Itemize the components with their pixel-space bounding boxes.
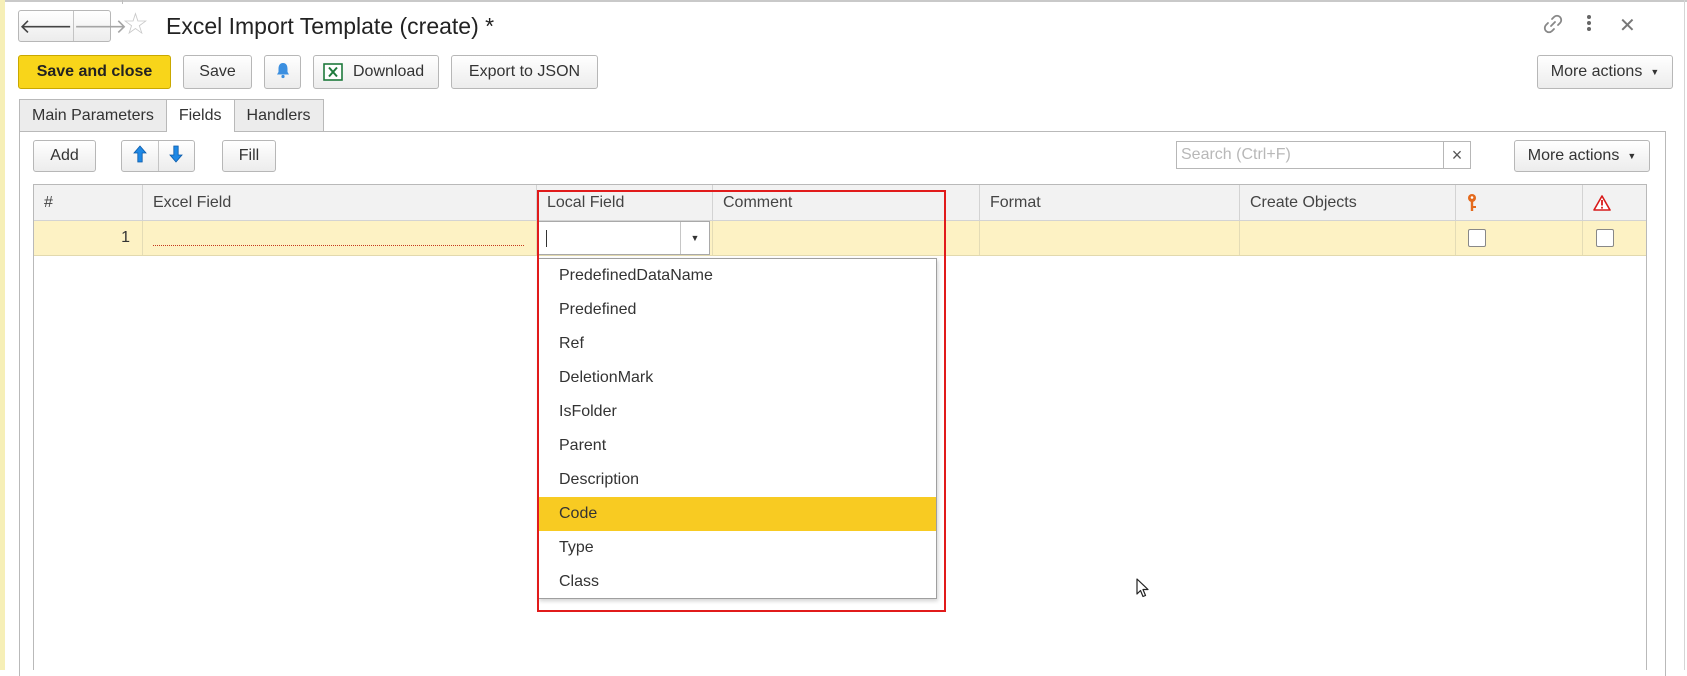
move-up-button[interactable] [122, 141, 159, 171]
dropdown-option[interactable]: DeletionMark [539, 361, 936, 395]
arrow-right-icon: 🡒 [73, 15, 128, 38]
arrow-left-icon: 🡐 [19, 15, 73, 38]
tab-main-parameters[interactable]: Main Parameters [19, 99, 167, 131]
divider [122, 0, 123, 4]
page-title: Excel Import Template (create) * [166, 13, 495, 39]
local-field-dropdown-list: PredefinedDataName Predefined Ref Deleti… [538, 258, 937, 599]
comment-cell[interactable] [713, 221, 980, 255]
back-button[interactable]: 🡐 [19, 11, 74, 41]
star-icon[interactable]: ☆ [122, 10, 149, 40]
dropdown-option[interactable]: Predefined [539, 293, 936, 327]
format-cell[interactable] [980, 221, 1240, 255]
excel-icon [323, 63, 343, 81]
move-buttons [121, 140, 195, 172]
dropdown-option[interactable]: Description [539, 463, 936, 497]
link-icon[interactable] [1543, 14, 1563, 40]
tab-handlers[interactable]: Handlers [233, 99, 324, 131]
tab-bar: Main Parameters Fields Handlers [19, 99, 324, 132]
column-header-excel-field[interactable]: Excel Field [143, 185, 537, 220]
more-actions-button[interactable]: More actions ▼ [1537, 55, 1673, 89]
warning-checkbox[interactable] [1596, 229, 1614, 247]
dropdown-option[interactable]: IsFolder [539, 395, 936, 429]
table-more-actions-label: More actions [1527, 147, 1620, 164]
chevron-down-icon: ▼ [1650, 67, 1660, 77]
window-top-border [0, 0, 1687, 4]
search-box: × [1176, 141, 1471, 169]
search-input[interactable] [1177, 143, 1443, 167]
dropdown-option[interactable]: Type [539, 531, 936, 565]
download-label: Download [353, 63, 425, 80]
dropdown-option[interactable]: Class [539, 565, 936, 599]
forward-button[interactable]: 🡒 [74, 11, 128, 41]
clear-search-button[interactable]: × [1443, 142, 1470, 168]
window-right-border [1684, 0, 1685, 670]
export-to-json-button[interactable]: Export to JSON [451, 55, 598, 89]
download-button[interactable]: Download [313, 55, 439, 89]
key-checkbox[interactable] [1468, 229, 1486, 247]
fill-button[interactable]: Fill [222, 140, 276, 172]
more-vertical-icon[interactable] [1585, 13, 1593, 39]
table-header: # Excel Field Local Field Comment Format… [34, 185, 1646, 221]
save-and-close-button[interactable]: Save and close [18, 55, 171, 89]
column-header-local-field[interactable]: Local Field [537, 185, 713, 220]
bell-icon [274, 61, 292, 84]
warning-cell [1583, 221, 1646, 255]
arrow-up-icon [132, 144, 147, 168]
table-more-actions-button[interactable]: More actions ▼ [1514, 140, 1650, 172]
mouse-cursor-icon [1136, 578, 1150, 603]
column-header-comment[interactable]: Comment [713, 185, 980, 220]
column-header-create-objects[interactable]: Create Objects [1240, 185, 1456, 220]
excel-field-underline [153, 245, 524, 246]
excel-field-cell[interactable] [143, 221, 537, 255]
create-objects-cell[interactable] [1240, 221, 1456, 255]
chevron-down-icon: ▼ [690, 233, 700, 243]
dropdown-option[interactable]: Ref [539, 327, 936, 361]
text-caret [546, 230, 547, 247]
notification-button[interactable] [264, 55, 301, 89]
row-number: 1 [34, 221, 143, 255]
dropdown-option-selected[interactable]: Code [539, 497, 936, 531]
left-accent-stripe [0, 0, 5, 670]
save-button[interactable]: Save [183, 55, 252, 89]
warning-icon [1593, 194, 1611, 211]
column-header-format[interactable]: Format [980, 185, 1240, 220]
add-button[interactable]: Add [33, 140, 96, 172]
table-row[interactable]: 1 [34, 221, 1646, 256]
key-icon [1466, 193, 1478, 213]
arrow-down-icon [169, 145, 184, 168]
dropdown-toggle-button[interactable]: ▼ [680, 222, 709, 254]
navigation-buttons: 🡐 🡒 [18, 10, 127, 42]
key-cell [1456, 221, 1583, 255]
chevron-down-icon: ▼ [1627, 151, 1637, 161]
move-down-button[interactable] [159, 141, 195, 171]
dropdown-option[interactable]: PredefinedDataName [539, 259, 936, 293]
column-header-warning[interactable] [1583, 185, 1646, 220]
column-header-key[interactable] [1456, 185, 1583, 220]
close-icon[interactable]: ✕ [1619, 13, 1636, 38]
column-header-number[interactable]: # [34, 185, 143, 220]
tab-fields[interactable]: Fields [165, 99, 235, 132]
dropdown-option[interactable]: Parent [539, 429, 936, 463]
local-field-combobox[interactable]: ▼ [537, 221, 710, 255]
more-actions-label: More actions [1550, 63, 1643, 80]
